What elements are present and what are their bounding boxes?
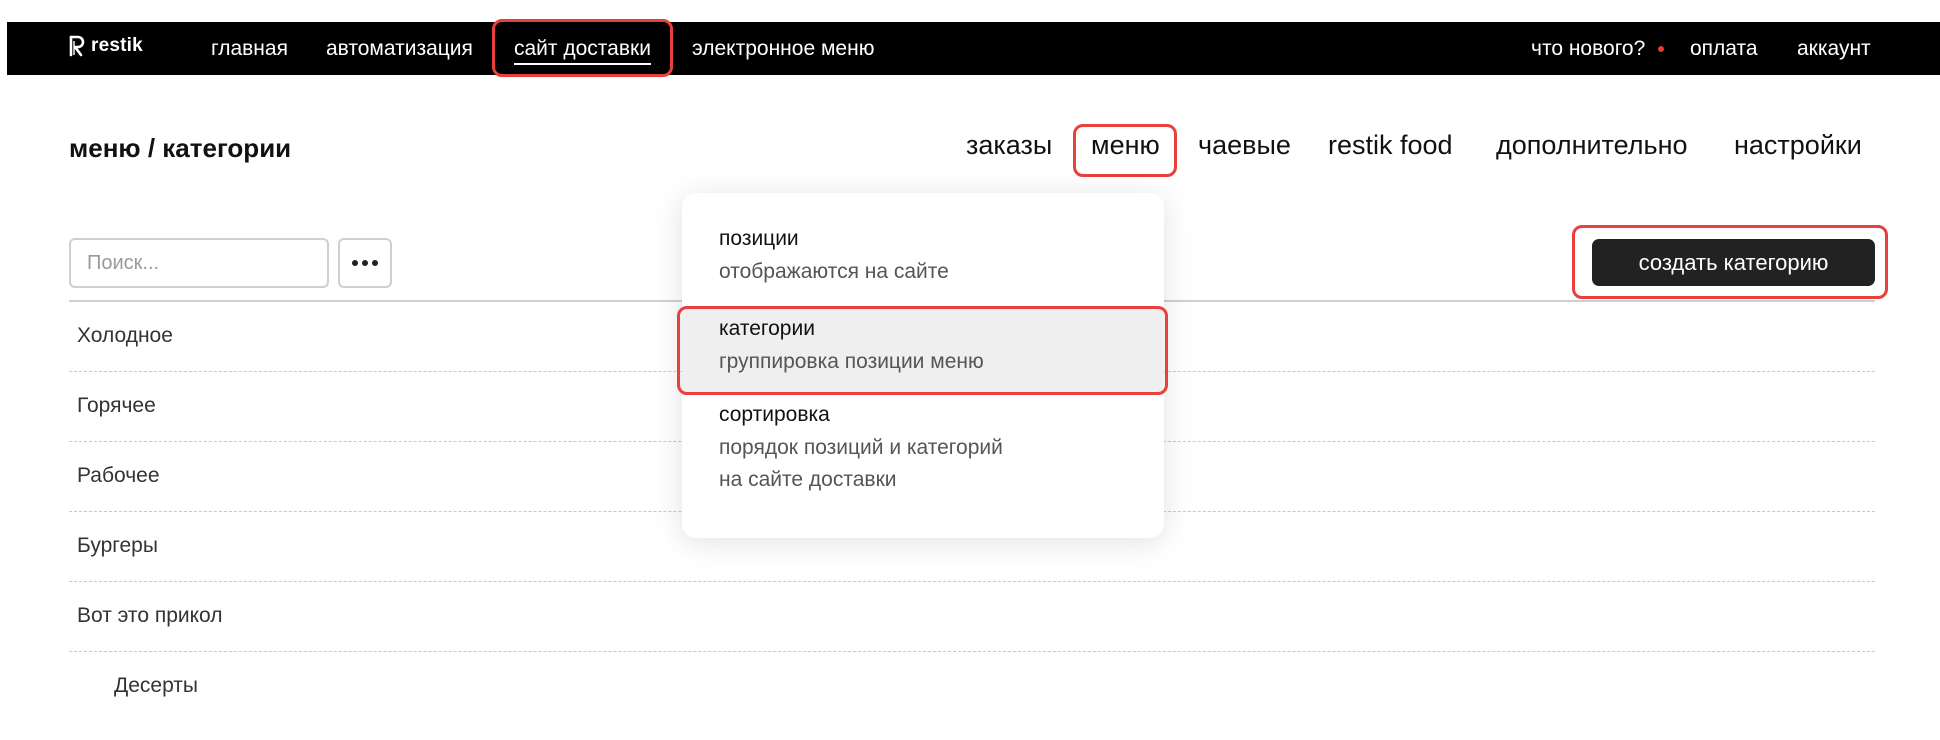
notification-dot	[1658, 46, 1664, 52]
category-name: Холодное	[77, 324, 173, 347]
dropdown-item-title: сортировка	[719, 403, 830, 426]
more-options-button[interactable]	[338, 238, 392, 288]
tab-menu[interactable]: меню	[1091, 130, 1160, 161]
tab-tips[interactable]: чаевые	[1198, 130, 1291, 161]
logo-text: restik	[91, 35, 143, 56]
dropdown-item-desc: на сайте доставки	[719, 468, 897, 491]
nav-payment-label: оплата	[1690, 37, 1758, 60]
category-name: Десерты	[114, 674, 199, 697]
nav-home[interactable]: главная	[211, 22, 288, 75]
list-item[interactable]: Вот это прикол	[69, 582, 1875, 652]
tab-restik-food[interactable]: restik food	[1328, 130, 1453, 161]
nav-automation-label: автоматизация	[326, 37, 473, 60]
nav-whats-new-label: что нового?	[1531, 37, 1646, 60]
category-name: Рабочее	[77, 464, 160, 487]
dropdown-item-desc: порядок позиций и категорий	[719, 436, 1003, 459]
page-title: меню / категории	[69, 133, 292, 163]
nav-whats-new[interactable]: что нового?	[1531, 22, 1645, 75]
nav-home-label: главная	[211, 37, 288, 60]
tab-additional[interactable]: дополнительно	[1496, 130, 1688, 161]
category-name: Вот это прикол	[77, 604, 223, 627]
nav-payment[interactable]: оплата	[1690, 22, 1758, 75]
nav-electronic-menu[interactable]: электронное меню	[692, 22, 874, 75]
nav-account[interactable]: аккаунт	[1797, 22, 1871, 75]
logo[interactable]: restik	[69, 32, 143, 60]
nav-account-label: аккаунт	[1797, 37, 1871, 60]
dropdown-item-categories[interactable]: категории группировка позиции меню	[682, 309, 1164, 393]
restik-r-logo-icon	[69, 35, 85, 57]
category-name: Бургеры	[77, 534, 158, 557]
list-item-subcategory[interactable]: Десерты	[69, 652, 1875, 722]
nav-automation[interactable]: автоматизация	[326, 22, 473, 75]
tab-orders[interactable]: заказы	[966, 130, 1052, 161]
dropdown-item-title: категории	[719, 317, 815, 340]
search-input[interactable]	[69, 238, 329, 288]
create-category-button[interactable]: создать категорию	[1592, 239, 1875, 286]
dropdown-item-desc: отображаются на сайте	[719, 260, 949, 283]
category-name: Горячее	[77, 394, 156, 417]
top-nav-bar: restik главная автоматизация сайт достав…	[7, 22, 1940, 75]
more-dots-icon	[352, 260, 378, 266]
nav-delivery-site-label: сайт доставки	[514, 37, 651, 65]
dropdown-item-title: позиции	[719, 227, 799, 250]
menu-dropdown: позиции отображаются на сайте категории …	[682, 193, 1164, 538]
dropdown-item-positions[interactable]: позиции отображаются на сайте	[682, 223, 1164, 303]
tab-settings[interactable]: настройки	[1734, 130, 1862, 161]
dropdown-item-desc: группировка позиции меню	[719, 350, 984, 373]
nav-electronic-menu-label: электронное меню	[692, 37, 875, 60]
nav-delivery-site[interactable]: сайт доставки	[514, 22, 651, 75]
dropdown-item-sorting[interactable]: сортировка порядок позиций и категорий н…	[682, 399, 1164, 509]
